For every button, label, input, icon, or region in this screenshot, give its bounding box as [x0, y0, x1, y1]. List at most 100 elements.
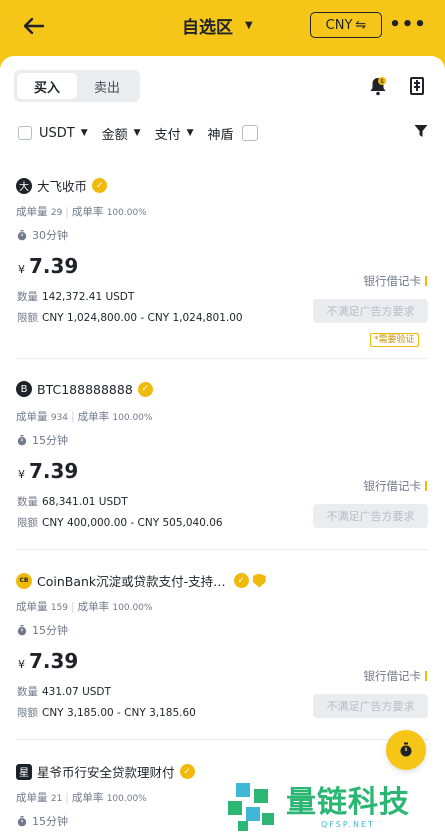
limit-value: CNY 1,024,800.00 - CNY 1,024,801.00 — [42, 312, 243, 324]
payment-method-label: 银行借记卡 — [363, 669, 422, 683]
timer-icon — [17, 815, 27, 826]
tab-buy[interactable]: 买入 — [17, 73, 77, 99]
shield-filter[interactable]: 神盾 — [208, 124, 258, 143]
verified-badge-icon: ✓ — [233, 573, 249, 588]
payment-color-bar — [425, 671, 427, 681]
rate-label: 成单率 — [77, 601, 110, 613]
quantity-value: 68,341.01 USDT — [42, 496, 128, 508]
orders-count: 159 — [50, 603, 69, 613]
verified-badge-icon: ✓ — [92, 178, 108, 193]
action-button[interactable]: 不满足广告方要求 — [313, 694, 428, 718]
divider — [16, 358, 428, 359]
price: ¥ 7.39 — [18, 459, 78, 483]
bell-dollar-icon[interactable]: $ — [366, 74, 390, 98]
watermark-subtitle: QFSP.NET — [321, 819, 375, 829]
limit-value: CNY 400,000.00 - CNY 505,040.06 — [42, 517, 223, 529]
merchant-stats: 成单量 21 | 成单率 100.00% — [16, 792, 147, 804]
payment-time: 15分钟 — [17, 813, 68, 829]
currency-symbol: ¥ — [18, 468, 25, 481]
order-timer-float-button[interactable] — [386, 730, 426, 770]
back-arrow-icon[interactable] — [20, 12, 48, 40]
payment-time: 30分钟 — [17, 227, 68, 243]
time-limit: 30分钟 — [32, 229, 68, 242]
price-value: 7.39 — [29, 254, 79, 278]
verified-badge-icon: ✓ — [137, 381, 153, 397]
shield-filter-label: 神盾 — [207, 127, 234, 143]
avatar: 大 — [16, 177, 32, 194]
avatar: CB — [16, 572, 32, 589]
currency-button[interactable]: CNY ⇋ — [310, 12, 382, 38]
completion-rate: 100.00% — [112, 603, 153, 613]
payment-time: 15分钟 — [17, 432, 68, 448]
rate-label: 成单率 — [77, 411, 110, 423]
avatar: 星 — [16, 763, 32, 780]
merchant[interactable]: 大 大飞收币 ✓ — [16, 176, 108, 195]
quantity-label: 数量 — [17, 291, 38, 303]
price: ¥ 7.39 — [18, 649, 78, 673]
limit-row: 限额 CNY 3,185.00 - CNY 3,185.60 — [17, 705, 196, 720]
svg-text:$: $ — [380, 78, 384, 85]
payment-filter[interactable]: 支付 ▼ — [155, 124, 194, 143]
payment-method: 银行借记卡 — [363, 668, 427, 684]
market-selector[interactable]: 自选区 ▼ — [182, 13, 253, 38]
order-list-icon[interactable] — [405, 74, 429, 98]
limit-value: CNY 3,185.00 - CNY 3,185.60 — [42, 707, 196, 719]
asset-checkbox[interactable] — [18, 126, 32, 140]
page-title: 自选区 — [182, 18, 233, 38]
rate-label: 成单率 — [71, 206, 104, 218]
quantity-value: 431.07 USDT — [42, 686, 111, 698]
merchant-stats: 成单量 29 | 成单率 100.00% — [16, 206, 147, 218]
timer-icon — [17, 624, 27, 635]
orders-label: 成单量 — [16, 411, 48, 423]
orders-label: 成单量 — [16, 601, 48, 613]
price-value: 7.39 — [29, 459, 79, 483]
price: ¥ 7.39 — [18, 254, 78, 278]
merchant[interactable]: CB CoinBank沉淀或贷款支付-支持… ✓ — [16, 571, 266, 590]
payment-method: 银行借记卡 — [363, 478, 427, 494]
watermark-title: 量链科技 — [286, 784, 410, 820]
watermark: 量链科技 QFSP.NET — [226, 778, 445, 836]
action-button[interactable]: 不满足广告方要求 — [313, 299, 428, 323]
payment-time: 15分钟 — [17, 622, 68, 638]
amount-filter[interactable]: 金额 ▼ — [102, 124, 141, 143]
filter-bar: USDT ▼ 金额 ▼ 支付 ▼ 神盾 — [18, 122, 428, 144]
payment-method-label: 银行借记卡 — [363, 479, 422, 493]
caret-down-icon: ▼ — [245, 20, 253, 31]
orders-label: 成单量 — [16, 206, 48, 218]
more-icon[interactable]: ••• — [389, 12, 426, 36]
rate-label: 成单率 — [71, 792, 104, 804]
main-panel: 买入 卖出 $ USDT ▼ 金额 ▼ 支付 ▼ 神盾 大 大飞收币 ✓ 成单量… — [0, 56, 445, 836]
buy-sell-toggle: 买入 卖出 — [14, 70, 140, 102]
asset-filter[interactable]: USDT ▼ — [39, 126, 88, 141]
shield-checkbox[interactable] — [241, 125, 258, 141]
limit-label: 限额 — [17, 312, 38, 324]
currency-label: CNY — [325, 17, 353, 33]
action-button[interactable]: 不满足广告方要求 — [313, 504, 428, 528]
completion-rate: 100.00% — [106, 208, 147, 218]
timer-icon — [400, 742, 412, 757]
merchant-name: CoinBank沉淀或贷款支付-支持… — [37, 574, 226, 589]
timer-icon — [17, 434, 27, 445]
payment-filter-label: 支付 — [154, 127, 181, 143]
limit-row: 限额 CNY 400,000.00 - CNY 505,040.06 — [17, 515, 223, 530]
funnel-icon[interactable] — [414, 124, 428, 142]
orders-count: 934 — [50, 413, 69, 423]
merchant[interactable]: B BTC188888888 ✓ — [16, 381, 153, 397]
merchant-name: 星爷币行安全贷款理财付 — [37, 765, 175, 780]
amount-filter-label: 金额 — [101, 127, 128, 143]
limit-row: 限额 CNY 1,024,800.00 - CNY 1,024,801.00 — [17, 310, 243, 325]
quantity-value: 142,372.41 USDT — [42, 291, 135, 303]
merchant-name: 大飞收币 — [37, 179, 88, 194]
quantity-label: 数量 — [17, 496, 38, 508]
caret-down-icon: ▼ — [186, 128, 194, 138]
timer-icon — [17, 229, 27, 240]
divider — [16, 549, 428, 550]
verified-badge-icon: ✓ — [179, 764, 195, 779]
tab-sell[interactable]: 卖出 — [77, 73, 137, 99]
currency-symbol: ¥ — [18, 658, 25, 671]
divider — [16, 739, 428, 740]
verification-tag: *需要验证 — [370, 333, 419, 347]
merchant[interactable]: 星 星爷币行安全贷款理财付 ✓ — [16, 762, 195, 781]
orders-count: 29 — [50, 208, 63, 218]
quantity-row: 数量 68,341.01 USDT — [17, 494, 128, 509]
